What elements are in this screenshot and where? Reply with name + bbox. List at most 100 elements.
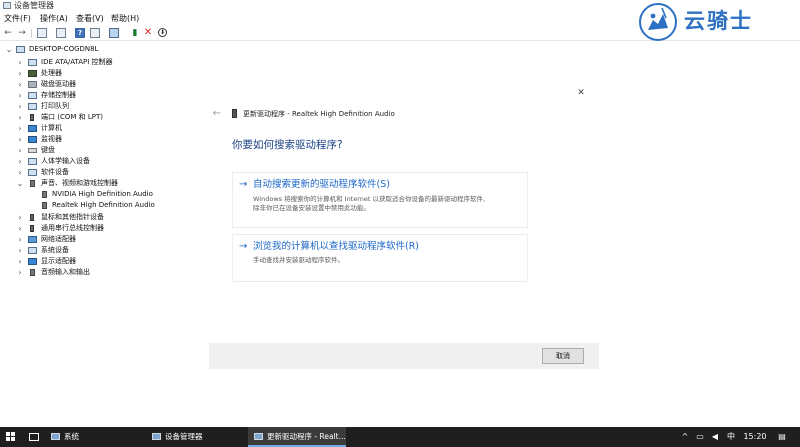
auto-search-option[interactable]: → 自动搜索更新的驱动程序软件(S) Windows 将搜索你的计算机和 Int…: [232, 172, 528, 228]
tree-item-hid[interactable]: › 人体学输入设备: [0, 156, 200, 167]
tree-item-nvidia-audio[interactable]: NVIDIA High Definition Audio: [0, 189, 200, 200]
uninstall-icon[interactable]: ✕: [143, 28, 153, 38]
wizard-heading: 你要如何搜索驱动程序?: [232, 139, 343, 151]
tree-item-disk[interactable]: › 磁盘驱动器: [0, 79, 200, 90]
tree-item-display[interactable]: › 显示适配器: [0, 256, 200, 267]
tree-item-label: 软件设备: [41, 168, 69, 176]
tray-chevron-icon[interactable]: ^: [680, 427, 690, 447]
windows-logo-icon: [11, 437, 15, 441]
expand-icon[interactable]: ›: [16, 256, 24, 267]
arrow-right-icon[interactable]: →: [17, 28, 27, 38]
download-icon[interactable]: ⬇: [158, 28, 167, 37]
properties-icon[interactable]: [37, 28, 47, 38]
help-icon[interactable]: ?: [75, 28, 85, 38]
arrow-right-icon: →: [239, 179, 248, 190]
expand-icon[interactable]: ›: [16, 134, 24, 145]
menu-view[interactable]: 查看(V): [76, 14, 104, 24]
expand-icon[interactable]: ›: [16, 145, 24, 156]
tree-item-processor[interactable]: › 处理器: [0, 68, 200, 79]
port-icon: [30, 114, 34, 121]
menu-help[interactable]: 帮助(H): [111, 14, 139, 24]
expand-icon[interactable]: ›: [16, 156, 24, 167]
tree-item-label: NVIDIA High Definition Audio: [52, 190, 153, 198]
menu-action[interactable]: 操作(A): [40, 14, 68, 24]
tree-item-usb[interactable]: › 通用串行总线控制器: [0, 223, 200, 234]
taskbar-item-label: 更新驱动程序 - Realt...: [267, 432, 346, 441]
start-button[interactable]: [6, 432, 16, 442]
expand-icon[interactable]: ›: [16, 234, 24, 245]
taskbar-item-device-manager[interactable]: 设备管理器: [152, 427, 242, 447]
task-view-icon[interactable]: [29, 433, 39, 441]
storage-controller-icon: [28, 92, 37, 99]
computer-icon: [28, 125, 37, 132]
wizard-back-button[interactable]: ←: [211, 108, 223, 120]
tree-item-audio-io[interactable]: › 音频输入和输出: [0, 267, 200, 278]
tree-root-label: DESKTOP-COGDN8L: [29, 45, 99, 53]
tree-item-ide[interactable]: › IDE ATA/ATAPI 控制器: [0, 57, 200, 68]
browse-computer-option[interactable]: → 浏览我的计算机以查找驱动程序软件(R) 手动查找并安装驱动程序软件。: [232, 234, 528, 282]
expand-icon[interactable]: ›: [16, 223, 24, 234]
taskbar-item-system[interactable]: 系统: [51, 427, 141, 447]
display-adapter-icon: [28, 258, 37, 265]
browse-computer-desc: 手动查找并安装驱动程序软件。: [253, 256, 344, 264]
tree-item-realtek-audio[interactable]: Realtek High Definition Audio: [0, 200, 200, 211]
taskbar-item-update-driver[interactable]: 更新驱动程序 - Realt...: [248, 427, 346, 447]
tree-item-label: 计算机: [41, 124, 62, 132]
tree-item-print[interactable]: › 打印队列: [0, 101, 200, 112]
speaker-icon: [232, 109, 237, 118]
hid-icon: [28, 158, 37, 165]
audio-io-icon: [30, 269, 35, 276]
expand-icon[interactable]: ›: [16, 101, 24, 112]
tree-item-sound[interactable]: ⌄ 声音、视频和游戏控制器: [0, 178, 200, 189]
expand-icon[interactable]: ›: [16, 267, 24, 278]
network-icon[interactable]: ▭: [694, 427, 706, 447]
tree-item-system[interactable]: › 系统设备: [0, 245, 200, 256]
taskbar: 系统 设备管理器 更新驱动程序 - Realt... ^ ▭ ◀ 中 15:20…: [0, 427, 800, 447]
speaker-icon: [42, 191, 47, 198]
device-manager-icon: [3, 2, 11, 9]
update-driver-icon[interactable]: ▮: [130, 28, 140, 38]
wizard-close-button[interactable]: ✕: [576, 87, 586, 99]
expand-icon[interactable]: ›: [16, 123, 24, 134]
wizard-title: 更新驱动程序 - Realtek High Definition Audio: [243, 110, 395, 118]
tree-item-port[interactable]: › 端口 (COM 和 LPT): [0, 112, 200, 123]
tree-item-monitor[interactable]: › 监视器: [0, 134, 200, 145]
tree-root[interactable]: ⌄ DESKTOP-COGDN8L: [0, 44, 200, 55]
tree-item-computer[interactable]: › 计算机: [0, 123, 200, 134]
volume-icon[interactable]: ◀: [709, 427, 721, 447]
list-icon[interactable]: [56, 28, 66, 38]
clock[interactable]: 15:20: [741, 427, 769, 447]
tree-item-label: 存储控制器: [41, 91, 76, 99]
monitor-icon[interactable]: [109, 28, 119, 38]
ime-indicator[interactable]: 中: [725, 427, 737, 447]
menu-file[interactable]: 文件(F): [4, 14, 31, 24]
tree-item-software[interactable]: › 软件设备: [0, 167, 200, 178]
tree-item-network[interactable]: › 网络适配器: [0, 234, 200, 245]
expand-icon[interactable]: ›: [16, 212, 24, 223]
notification-icon[interactable]: ▤: [775, 427, 789, 447]
expand-icon[interactable]: ›: [16, 245, 24, 256]
update-driver-icon: [254, 433, 263, 440]
tree-item-keyboard[interactable]: › 键盘: [0, 145, 200, 156]
toolbar-separator: [31, 29, 32, 38]
tree-item-label: 处理器: [41, 69, 62, 77]
expand-icon[interactable]: ›: [16, 79, 24, 90]
expand-icon[interactable]: ›: [16, 167, 24, 178]
tree-item-label: 音频输入和输出: [41, 268, 90, 276]
collapse-icon[interactable]: ⌄: [5, 44, 13, 55]
cancel-button[interactable]: 取消: [542, 348, 584, 364]
display-icon[interactable]: [90, 28, 100, 38]
tree-item-mouse[interactable]: › 鼠标和其他指针设备: [0, 212, 200, 223]
expand-icon[interactable]: ›: [16, 112, 24, 123]
watermark-text: 云骑士: [684, 9, 753, 33]
tree-item-storage[interactable]: › 存储控制器: [0, 90, 200, 101]
collapse-icon[interactable]: ⌄: [16, 178, 24, 189]
arrow-left-icon[interactable]: ←: [3, 28, 13, 38]
windows-logo-icon: [6, 437, 10, 441]
expand-icon[interactable]: ›: [16, 68, 24, 79]
processor-icon: [28, 70, 37, 77]
windows-logo-icon: [6, 432, 10, 436]
auto-search-title: 自动搜索更新的驱动程序软件(S): [253, 179, 390, 190]
expand-icon[interactable]: ›: [16, 57, 24, 68]
expand-icon[interactable]: ›: [16, 90, 24, 101]
